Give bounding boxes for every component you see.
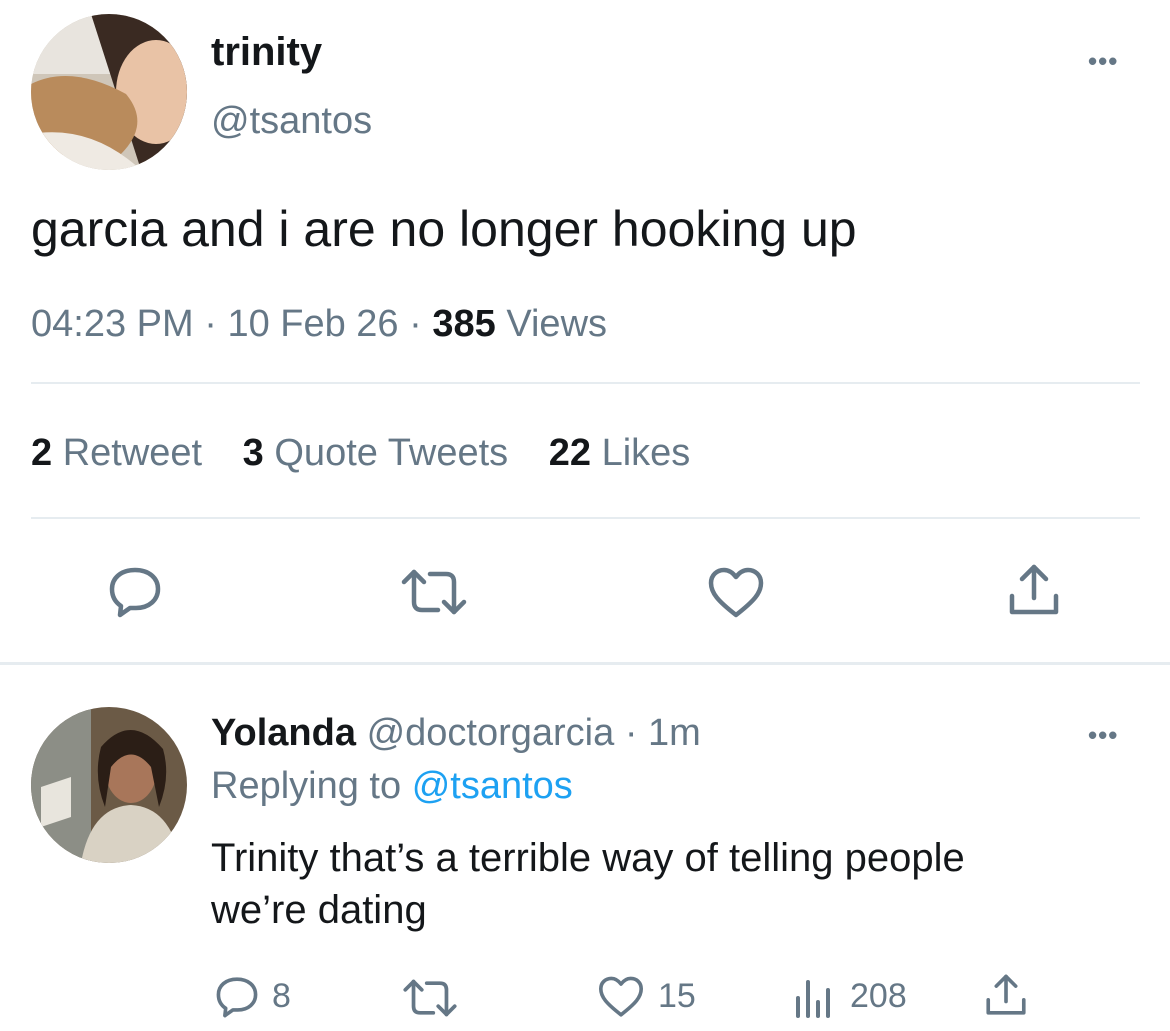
retweet-icon[interactable] [400, 568, 468, 616]
tweet-meta: 04:23 PM · 10 Feb 26 · 385 Views [31, 303, 607, 346]
avatar-trinity[interactable] [31, 14, 187, 170]
meta-separator: · [624, 712, 638, 754]
reply-views-count: 208 [850, 977, 907, 1015]
likes-stat[interactable]: 22 Likes [549, 432, 691, 474]
reply-handle[interactable]: @doctorgarcia [367, 712, 615, 754]
likes-count: 22 [548, 432, 591, 474]
author-display-name[interactable]: trinity [211, 30, 322, 75]
share-icon[interactable] [1008, 562, 1060, 618]
meta-separator: · [204, 303, 217, 345]
quotes-label: Quote Tweets [274, 432, 509, 474]
retweets-stat[interactable]: 2 Retweet [31, 432, 213, 474]
quotes-count: 3 [242, 432, 264, 474]
tweet-time: 04:23 PM [31, 303, 194, 345]
reply-reply-icon[interactable] [215, 976, 259, 1018]
reply-retweet-icon[interactable] [402, 978, 458, 1018]
reply-like-icon[interactable] [598, 976, 644, 1018]
divider [31, 517, 1140, 519]
reply-icon[interactable] [108, 566, 162, 618]
views-count: 385 [432, 303, 496, 345]
reply-more-options-icon[interactable]: ••• [1088, 722, 1118, 748]
replying-prefix: Replying to [211, 765, 402, 807]
replying-to: Replying to @tsantos [211, 765, 573, 808]
divider [31, 382, 1140, 384]
tweet-text: garcia and i are no longer hooking up [31, 201, 857, 257]
avatar-image [31, 14, 187, 170]
tweet-date: 10 Feb 26 [227, 303, 399, 345]
tweet-stats: 2 Retweet 3 Quote Tweets 22 Likes [31, 432, 690, 475]
quotes-stat[interactable]: 3 Quote Tweets [243, 432, 519, 474]
reply-like-count: 15 [658, 977, 696, 1015]
reply-share-icon[interactable] [985, 972, 1027, 1018]
reply-views-icon[interactable] [794, 976, 834, 1018]
reply-display-name[interactable]: Yolanda [211, 712, 356, 754]
section-divider [0, 662, 1170, 665]
retweets-count: 2 [31, 432, 53, 474]
more-options-icon[interactable]: ••• [1088, 48, 1118, 74]
likes-label: Likes [601, 432, 691, 474]
reply-text: Trinity that’s a terrible way of telling… [211, 832, 965, 936]
reply-text-line: we’re dating [211, 888, 427, 932]
reply-header: Yolanda @doctorgarcia · 1m [211, 712, 701, 755]
avatar-image [31, 707, 187, 863]
like-icon[interactable] [708, 567, 764, 619]
views-label: Views [506, 303, 608, 345]
reply-reply-count: 8 [272, 977, 291, 1015]
author-handle[interactable]: @tsantos [211, 100, 372, 143]
avatar-yolanda[interactable] [31, 707, 187, 863]
replying-handle-link[interactable]: @tsantos [412, 765, 573, 807]
reply-text-line: Trinity that’s a terrible way of telling… [211, 836, 965, 880]
meta-separator: · [409, 303, 422, 345]
reply-time[interactable]: 1m [648, 712, 701, 754]
retweets-label: Retweet [62, 432, 203, 474]
